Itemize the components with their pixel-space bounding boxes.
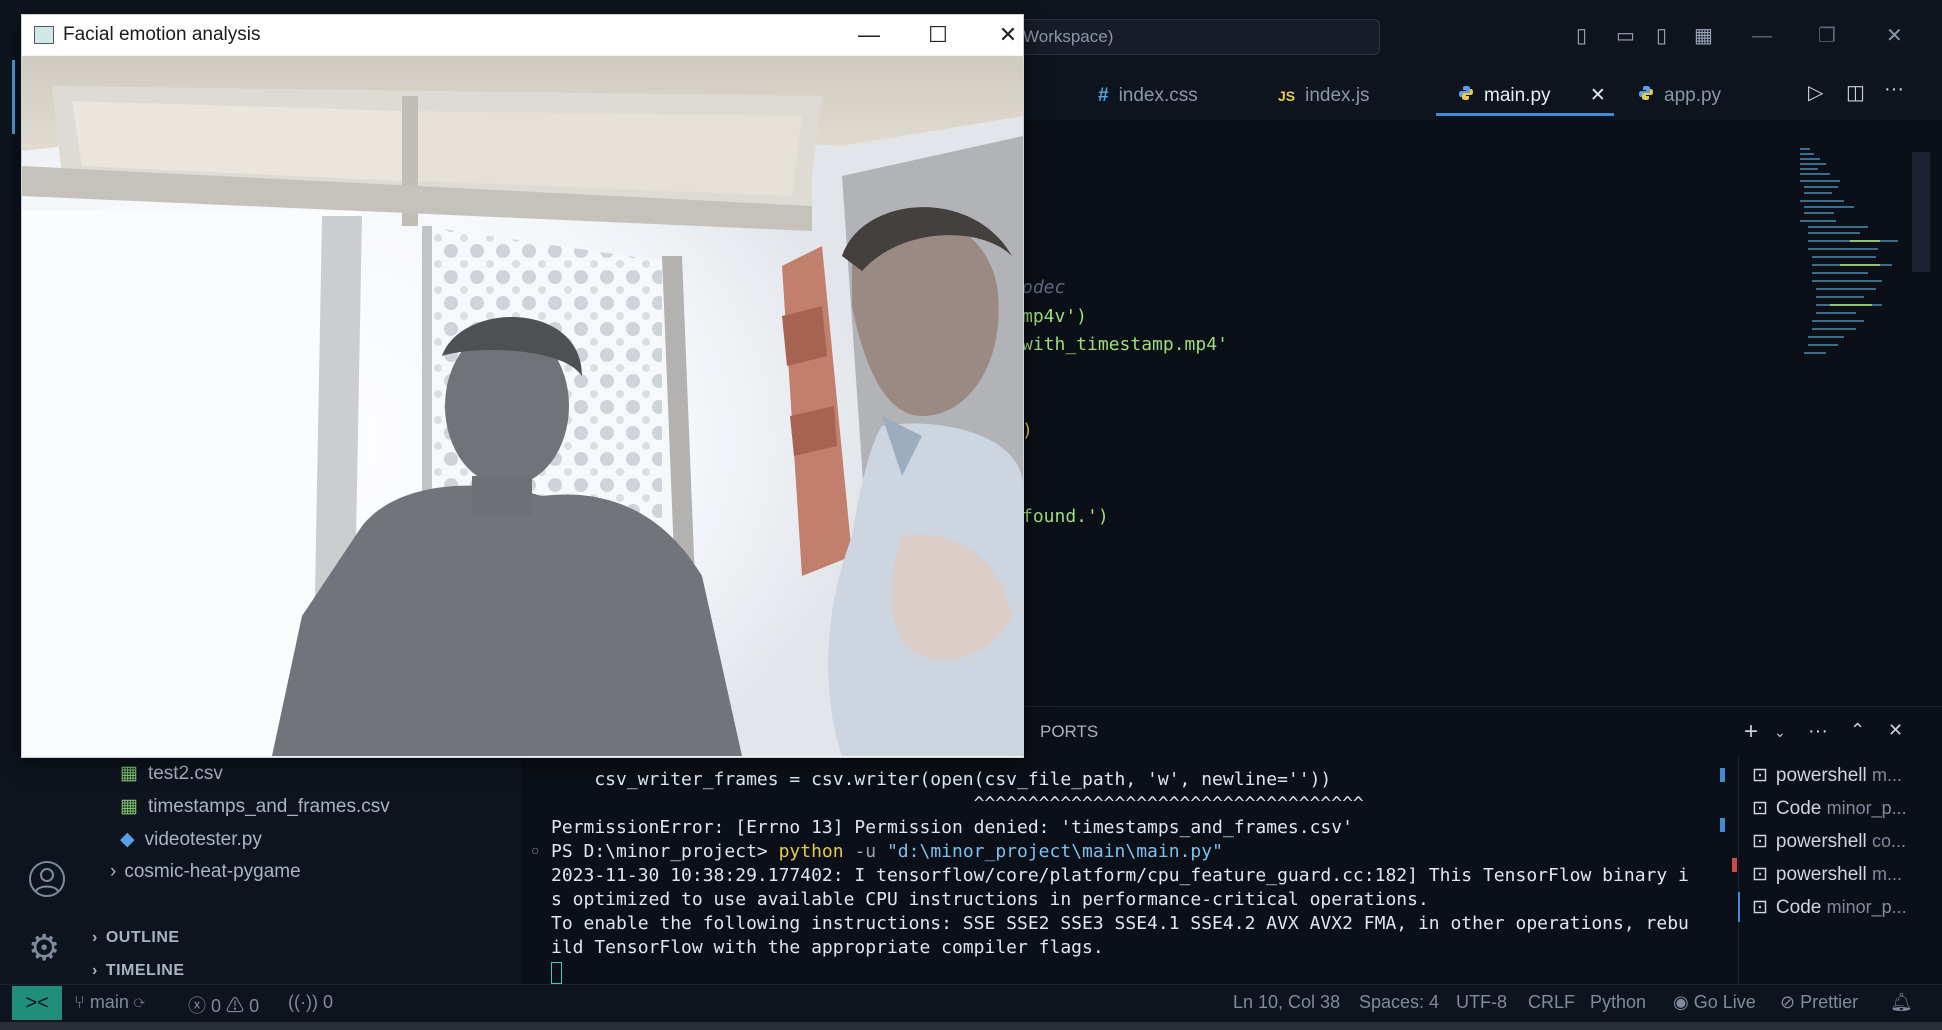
terminal-command-line: PS D:\minor_project> python -u "d:\minor… [551, 841, 1223, 862]
window-maximize-button[interactable]: ☐ [915, 21, 961, 49]
terminal-item[interactable]: ⊡ powershell m... [1752, 863, 1902, 886]
terminal-icon: ⊡ [1752, 897, 1768, 918]
more-actions-icon[interactable]: ··· [1884, 78, 1904, 101]
scroll-marker-error [1732, 858, 1737, 872]
code-line: with_timestamp.mp4' [1022, 334, 1228, 355]
toggle-panel-icon[interactable]: ▭ [1616, 26, 1635, 46]
broadcast-icon: ◉ [1673, 992, 1694, 1012]
tab-ports[interactable]: PORTS [1040, 722, 1098, 742]
app-icon [34, 26, 54, 44]
file-videotester-py[interactable]: ◆ videotester.py [120, 828, 262, 851]
minimap[interactable] [1800, 148, 1910, 408]
restore-icon[interactable]: ❐ [1818, 26, 1836, 46]
terminal-icon: ⊡ [1752, 864, 1768, 885]
code-comment: odec [1022, 277, 1066, 298]
split-editor-icon[interactable]: ◫ [1846, 80, 1865, 105]
command-center[interactable]: Workspace) [1000, 19, 1380, 55]
language-mode[interactable]: Python [1590, 992, 1646, 1013]
terminal-icon: ⊡ [1752, 765, 1768, 786]
terminal-line: ^^^^^^^^^^^^^^^^^^^^^^^^^^^^^^^^^^^^ [551, 793, 1364, 814]
command-decoration-icon: ○ [531, 842, 540, 858]
tab-main-py[interactable]: main.py ✕ [1458, 74, 1606, 118]
close-window-icon[interactable]: ✕ [1886, 26, 1903, 46]
terminal-item[interactable]: ⊡ powershell m... [1752, 764, 1902, 787]
python-file-icon [1458, 85, 1474, 106]
terminal-item[interactable]: ⊡ Code minor_p... [1752, 797, 1907, 820]
camera-feed-image [22, 56, 1023, 756]
new-terminal-icon[interactable]: + [1744, 718, 1758, 746]
ports-indicator[interactable]: ((·)) 0 [288, 992, 333, 1013]
warning-icon: ⚠ [226, 996, 250, 1016]
taskbar-edge [0, 1022, 1942, 1030]
terminal-line: s optimized to use available CPU instruc… [551, 889, 1429, 910]
tab-index-css[interactable]: # index.css [1098, 74, 1198, 118]
terminal-item[interactable]: ⊡ powershell co... [1752, 830, 1906, 853]
tab-app-py[interactable]: app.py [1638, 74, 1721, 118]
terminal-cursor [551, 962, 562, 984]
remote-indicator-icon[interactable]: >< [12, 986, 62, 1020]
go-live-button[interactable]: ◉ Go Live [1673, 992, 1756, 1013]
close-tab-icon[interactable]: ✕ [1590, 85, 1606, 106]
terminal-line: To enable the following instructions: SS… [551, 913, 1689, 934]
terminal-icon: ⊡ [1752, 831, 1768, 852]
python-file-icon [1638, 85, 1654, 106]
terminal-line: ild TensorFlow with the appropriate comp… [551, 937, 1104, 958]
git-branch-icon: ⑂ [74, 992, 90, 1012]
branch-indicator[interactable]: ⑂ main ⟳ [74, 992, 145, 1013]
toggle-primary-sidebar-icon[interactable]: ▯ [1576, 26, 1587, 46]
toggle-secondary-sidebar-icon[interactable]: ▯ [1656, 26, 1667, 46]
outline-section[interactable]: › OUTLINE [92, 929, 180, 947]
notifications-bell-icon[interactable]: 🔔︎ [1890, 992, 1913, 1013]
problems-indicator[interactable]: ⓧ 0 ⚠ 0 [188, 992, 259, 1018]
terminal-line: csv_writer_frames = csv.writer(open(csv_… [551, 769, 1332, 790]
chevron-right-icon: › [110, 861, 117, 882]
sync-icon[interactable]: ⟳ [134, 992, 145, 1012]
file-timestamps-csv[interactable]: ▦ timestamps_and_frames.csv [120, 795, 390, 818]
csv-file-icon: ▦ [120, 796, 138, 817]
scroll-marker [1720, 768, 1725, 782]
settings-gear-icon[interactable]: ⚙ [28, 930, 60, 966]
customize-layout-icon[interactable]: ▦ [1694, 26, 1713, 46]
code-line: mp4v') [1022, 306, 1088, 327]
camera-window[interactable]: Facial emotion analysis — ☐ ✕ [21, 14, 1024, 758]
broadcast-icon: ((·)) [288, 992, 323, 1012]
line-ending[interactable]: CRLF [1528, 992, 1575, 1013]
timeline-section[interactable]: › TIMELINE [92, 962, 185, 980]
maximize-panel-icon[interactable]: ⌃ [1850, 720, 1865, 741]
tab-index-js[interactable]: JS index.js [1278, 74, 1370, 118]
js-file-icon: JS [1278, 88, 1296, 104]
cursor-position[interactable]: Ln 10, Col 38 [1233, 992, 1340, 1013]
code-line: found.') [1022, 506, 1109, 527]
terminal-line: 2023-11-30 10:38:29.177402: I tensorflow… [551, 865, 1689, 886]
terminal-line: PermissionError: [Errno 13] Permission d… [551, 817, 1353, 838]
error-icon: ⓧ [188, 996, 212, 1016]
activity-active-indicator [12, 60, 15, 134]
terminal-item-active[interactable]: ⊡ Code minor_p... [1752, 896, 1907, 919]
minimize-icon[interactable]: — [1752, 26, 1772, 46]
python-file-icon: ◆ [120, 829, 135, 850]
account-icon[interactable] [28, 860, 66, 903]
chevron-down-icon[interactable]: ⌄ [1774, 724, 1786, 741]
run-file-icon[interactable]: ▷ [1808, 80, 1823, 105]
window-minimize-button[interactable]: — [846, 21, 892, 49]
folder-cosmic-heat[interactable]: › cosmic-heat-pygame [110, 861, 301, 883]
active-terminal-indicator [1738, 892, 1740, 922]
chevron-right-icon: › [92, 962, 98, 979]
indentation[interactable]: Spaces: 4 [1359, 992, 1439, 1013]
terminal-icon: ⊡ [1752, 798, 1768, 819]
editor-scrollbar[interactable] [1912, 152, 1930, 272]
prettier-button[interactable]: ⊘ Prettier [1780, 992, 1858, 1013]
scroll-marker [1720, 818, 1725, 832]
prettier-icon: ⊘ [1780, 992, 1801, 1012]
csv-file-icon: ▦ [120, 763, 138, 784]
css-file-icon: # [1098, 85, 1109, 106]
window-close-button[interactable]: ✕ [985, 21, 1031, 49]
encoding[interactable]: UTF-8 [1456, 992, 1507, 1013]
more-actions-icon[interactable]: ··· [1808, 720, 1828, 743]
chevron-right-icon: › [92, 929, 98, 946]
file-test2-csv[interactable]: ▦ test2.csv [120, 762, 223, 785]
camera-window-title: Facial emotion analysis [63, 24, 261, 45]
close-panel-icon[interactable]: ✕ [1888, 720, 1903, 741]
active-tab-indicator [1436, 113, 1614, 116]
